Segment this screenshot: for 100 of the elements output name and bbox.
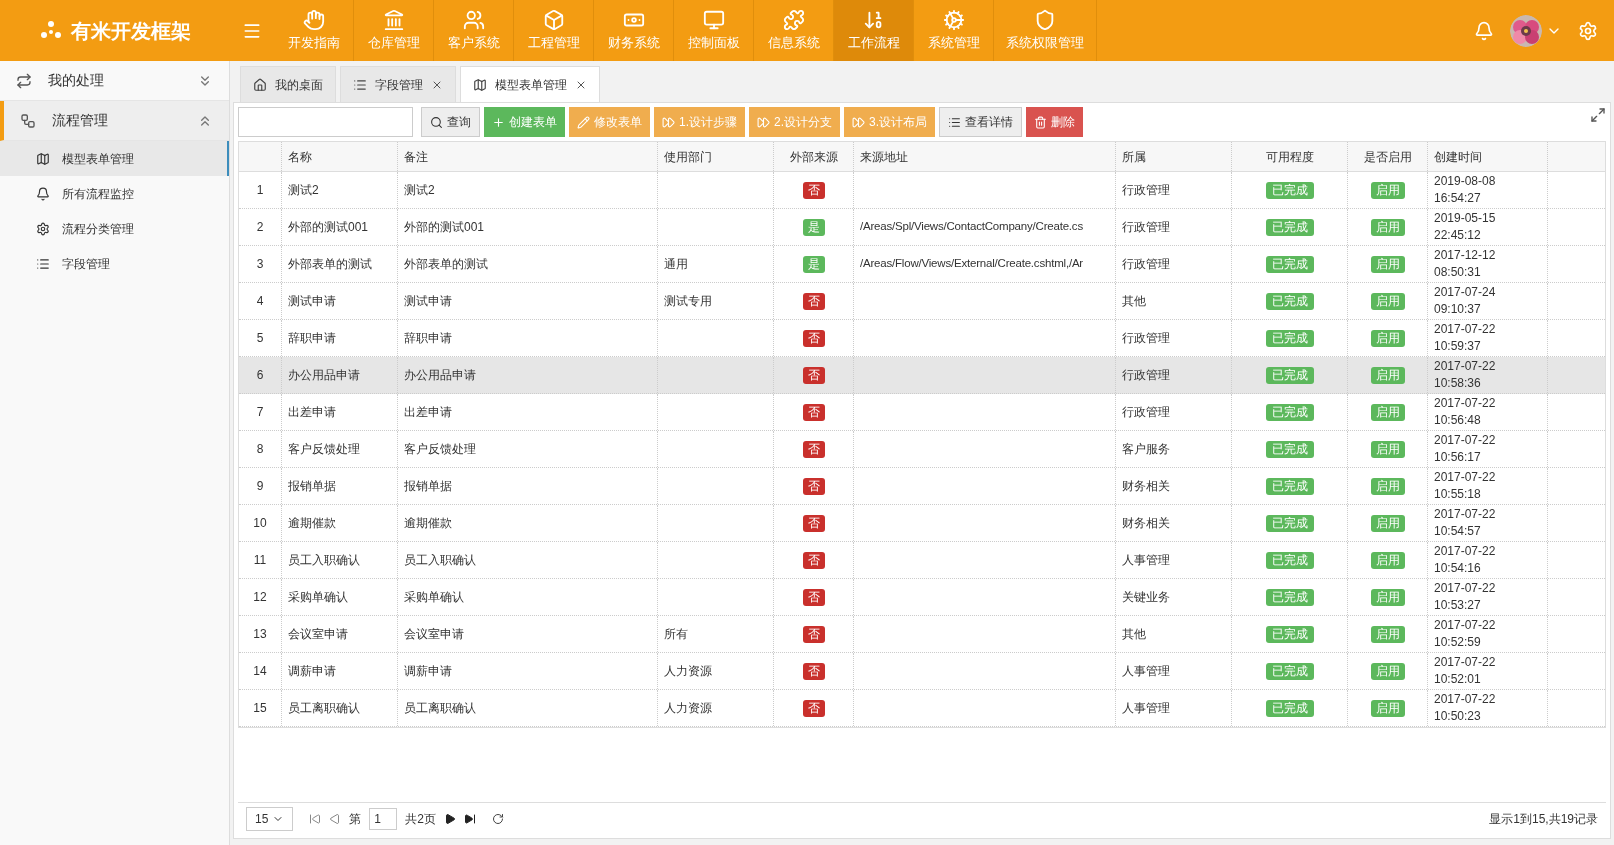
enabled-badge: 启用 — [1370, 514, 1405, 532]
refresh-icon[interactable] — [492, 812, 505, 825]
table-cell: 2017-07-22 10:54:57 — [1434, 506, 1496, 540]
toolbar-button[interactable]: 查看详情 — [939, 107, 1023, 137]
search-button[interactable]: 查询 — [421, 107, 480, 137]
table-cell-text: 测试2 — [288, 182, 319, 199]
status-badge: 已完成 — [1265, 588, 1314, 606]
table-cell-text: 外部表单的测试 — [288, 256, 372, 273]
list-icon — [948, 115, 962, 129]
sidebar-item[interactable]: 流程分类管理 — [0, 211, 229, 246]
column-header[interactable]: 使用部门 — [664, 147, 712, 166]
table-cell-text: 人事管理 — [1122, 663, 1170, 680]
status-badge: 已完成 — [1265, 477, 1314, 495]
table-cell: 2017-07-22 10:52:59 — [1434, 617, 1496, 651]
table-cell-text: 财务相关 — [1122, 478, 1170, 495]
enabled-badge: 启用 — [1370, 625, 1405, 643]
tab[interactable]: 字段管理 — [340, 66, 456, 102]
status-badge: 已完成 — [1265, 625, 1314, 643]
table-cell-text: 客户反馈处理 — [404, 441, 476, 458]
table-row[interactable]: 9 报销单据 报销单据 否 财务相关 已完成 启用 2017-07-22 10:55:18 — [239, 468, 1605, 505]
map-icon — [36, 151, 50, 166]
table-cell-text: 会议室申请 — [404, 626, 464, 643]
external-badge: 是 — [802, 255, 825, 273]
table-cell: 2017-07-22 10:52:01 — [1434, 654, 1496, 688]
fullscreen-icon[interactable] — [1590, 107, 1606, 123]
table-cell-text: 调薪申请 — [404, 663, 452, 680]
enabled-badge: 启用 — [1370, 181, 1405, 199]
row-number: 15 — [253, 700, 267, 717]
table-row[interactable]: 13 会议室申请 会议室申请 所有 否 其他 已完成 启用 2017-07-22 10:52:59 — [239, 616, 1605, 653]
enabled-badge: 启用 — [1370, 440, 1405, 458]
external-badge: 否 — [802, 699, 825, 717]
page-size-select[interactable]: 15 — [246, 806, 294, 831]
table-cell-text: 办公用品申请 — [288, 367, 360, 384]
status-badge: 已完成 — [1265, 329, 1314, 347]
sidebar-item[interactable]: 所有流程监控 — [0, 176, 229, 211]
sidebar-item[interactable]: 字段管理 — [0, 246, 229, 281]
monitor-icon — [702, 8, 725, 31]
table-cell-text: 行政管理 — [1122, 404, 1170, 421]
map-icon — [473, 77, 487, 92]
status-badge: 已完成 — [1265, 551, 1314, 569]
status-badge: 已完成 — [1265, 440, 1314, 458]
column-header[interactable]: 来源地址 — [860, 147, 908, 166]
table-row[interactable]: 12 采购单确认 采购单确认 否 关键业务 已完成 启用 2017-07-22 10:53:27 — [239, 579, 1605, 616]
table-row[interactable]: 3 外部表单的测试 外部表单的测试 通用 是 /Areas/Flow/Views/External/Create.cshtml,/Ar 行政管理 已完成 启用 2017-12-12 08:50:31 — [239, 246, 1605, 283]
tab[interactable]: 我的桌面 — [240, 66, 336, 102]
table-row[interactable]: 15 员工离职确认 员工离职确认 人力资源 否 人事管理 已完成 启用 2017-07-22 10:50:23 — [239, 690, 1605, 727]
table-row[interactable]: 6 办公用品申请 办公用品申请 否 行政管理 已完成 启用 2017-07-22 10:58:36 — [239, 357, 1605, 394]
external-badge: 否 — [802, 292, 825, 310]
table-cell-text: 逾期催款 — [288, 515, 336, 532]
table-cell: 2017-07-22 10:54:16 — [1434, 543, 1496, 577]
table-cell-text: 辞职申请 — [404, 330, 452, 347]
column-header[interactable]: 名称 — [288, 147, 312, 166]
table-cell-text: 会议室申请 — [288, 626, 348, 643]
row-number: 4 — [256, 293, 264, 310]
pencil-icon — [577, 115, 590, 129]
first-page-icon[interactable] — [309, 812, 322, 825]
trash-icon — [1034, 115, 1048, 129]
table-row[interactable]: 4 测试申请 测试申请 测试专用 否 其他 已完成 启用 2017-07-24 09:10:37 — [239, 283, 1605, 320]
previous-page-icon[interactable] — [329, 812, 342, 825]
sidebar-item[interactable]: 模型表单管理 — [0, 141, 229, 176]
enabled-badge: 启用 — [1370, 551, 1405, 569]
external-badge: 否 — [802, 366, 825, 384]
column-header[interactable]: 创建时间 — [1434, 147, 1482, 166]
table-cell-text: 通用 — [664, 256, 688, 273]
table-row[interactable]: 7 出差申请 出差申请 否 行政管理 已完成 启用 2017-07-22 10:56:48 — [239, 394, 1605, 431]
last-page-icon[interactable] — [464, 812, 477, 825]
enabled-badge: 启用 — [1370, 292, 1405, 310]
column-header[interactable]: 所属 — [1122, 147, 1146, 166]
column-header[interactable]: 可用程度 — [1265, 147, 1314, 166]
enabled-badge: 启用 — [1370, 662, 1405, 680]
table-row[interactable]: 2 外部的测试001 外部的测试001 是 /Areas/Spl/Views/ContactCompany/Create.cs 行政管理 已完成 启用 2019-05-15 22:45:12 — [239, 209, 1605, 246]
external-badge: 否 — [802, 625, 825, 643]
table-cell-text: 外部表单的测试 — [404, 256, 488, 273]
table-cell: 2017-07-22 10:55:18 — [1434, 469, 1496, 503]
column-header[interactable]: 外部来源 — [789, 147, 838, 166]
table-row[interactable]: 1 测试2 测试2 否 行政管理 已完成 启用 2019-08-08 16:54:27 — [239, 172, 1605, 209]
table-row[interactable]: 10 逾期催款 逾期催款 否 财务相关 已完成 启用 2017-07-22 10:54:57 — [239, 505, 1605, 542]
table-cell-text: 外部的测试001 — [404, 219, 485, 236]
sidebar-group[interactable]: 流程管理 — [0, 101, 229, 141]
column-header[interactable]: 备注 — [404, 147, 428, 166]
table-cell-text: /Areas/Flow/Views/External/Create.cshtml,/Ar — [860, 256, 1083, 272]
row-number: 9 — [256, 478, 264, 495]
bell-icon — [36, 186, 50, 201]
external-badge: 否 — [802, 403, 825, 421]
table-cell-text: 员工入职确认 — [404, 552, 476, 569]
tab[interactable]: 模型表单管理 — [460, 66, 600, 102]
table-row[interactable]: 8 客户反馈处理 客户反馈处理 否 客户服务 已完成 启用 2017-07-22 10:56:17 — [239, 431, 1605, 468]
table-cell-text: 出差申请 — [288, 404, 336, 421]
table-row[interactable]: 14 调薪申请 调薪申请 人力资源 否 人事管理 已完成 启用 2017-07-22 10:52:01 — [239, 653, 1605, 690]
search-field[interactable] — [238, 107, 413, 137]
table-cell-text: 测试专用 — [664, 293, 712, 310]
column-header[interactable]: 是否启用 — [1363, 147, 1412, 166]
table-cell-text: 员工离职确认 — [404, 700, 476, 717]
list-icon — [353, 77, 367, 92]
toolbar-button[interactable]: 删除 — [1026, 107, 1084, 137]
table-row[interactable]: 11 员工入职确认 员工入职确认 否 人事管理 已完成 启用 2017-07-22 10:54:16 — [239, 542, 1605, 579]
page-number-field[interactable]: 1 — [369, 807, 398, 830]
table-cell: 2017-07-22 10:58:36 — [1434, 358, 1496, 392]
next-page-icon[interactable] — [444, 812, 457, 825]
settings-icon — [36, 221, 50, 236]
